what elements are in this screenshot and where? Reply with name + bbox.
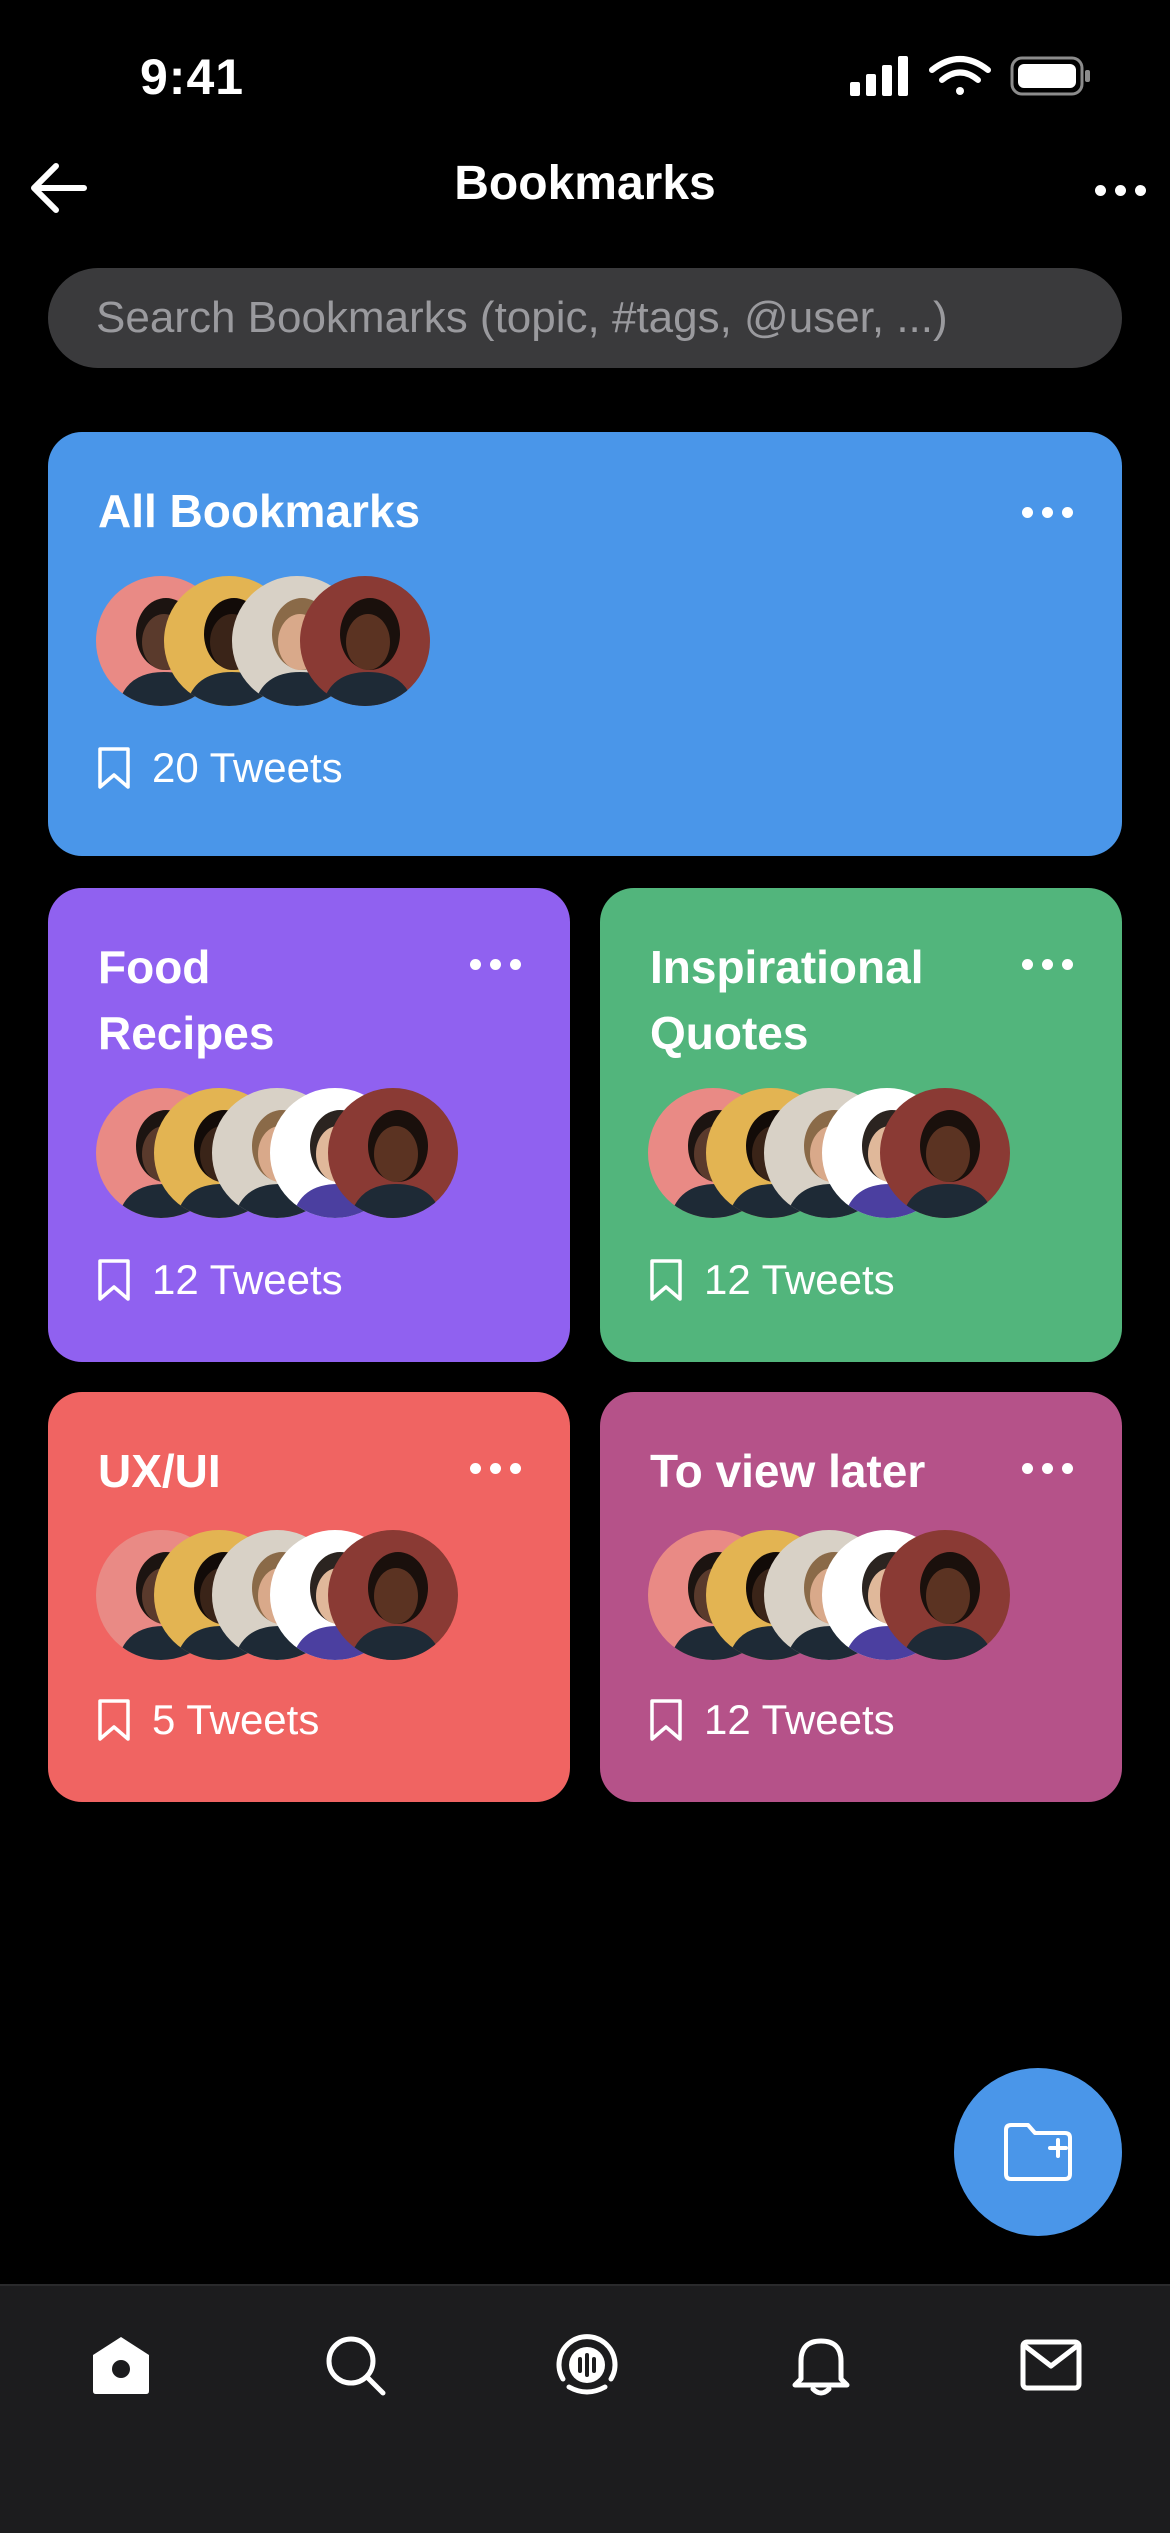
tab-notifications[interactable] (776, 2320, 866, 2410)
collection-more-button[interactable] (460, 944, 530, 984)
tab-search[interactable] (310, 2320, 400, 2410)
bookmark-icon (98, 1699, 130, 1741)
avatar-stack (96, 1530, 458, 1664)
folder-plus-icon (1004, 2123, 1072, 2181)
avatar (328, 1088, 458, 1218)
tweet-count: 12 Tweets (648, 1256, 895, 1304)
tweet-count-label: 12 Tweets (704, 1256, 895, 1303)
more-horizontal-icon (1012, 492, 1082, 532)
signal-icon (850, 56, 908, 96)
bookmark-icon (650, 1259, 682, 1301)
more-horizontal-icon (1090, 170, 1150, 210)
collection-title: UX/UI (98, 1445, 221, 1497)
search-icon (326, 2336, 386, 2396)
status-time: 9:41 (140, 49, 245, 105)
tweet-count-label: 12 Tweets (704, 1696, 895, 1743)
tweet-count-label: 20 Tweets (152, 744, 343, 791)
more-horizontal-icon (460, 944, 530, 984)
avatar-stack (648, 1088, 1010, 1222)
mail-icon (1020, 2339, 1082, 2391)
avatar (880, 1530, 1010, 1660)
bell-icon (792, 2338, 850, 2396)
tab-home[interactable] (76, 2320, 166, 2410)
avatar (300, 576, 430, 706)
avatar (328, 1530, 458, 1660)
tweet-count-label: 12 Tweets (152, 1256, 343, 1303)
collection-more-button[interactable] (1012, 944, 1082, 984)
collection-title: Inspirational Quotes (650, 941, 924, 1059)
search-input[interactable] (48, 268, 1122, 368)
tweet-count: 12 Tweets (648, 1696, 895, 1744)
bookmark-icon (650, 1699, 682, 1741)
spaces-icon (556, 2334, 618, 2395)
collection-title: Food Recipes (98, 941, 275, 1059)
bookmark-icon (98, 747, 130, 789)
avatar-stack (96, 1088, 458, 1222)
more-horizontal-icon (1012, 1448, 1082, 1488)
collection-more-button[interactable] (460, 1448, 530, 1488)
tab-spaces[interactable] (542, 2320, 632, 2410)
home-icon (93, 2337, 149, 2394)
collection-more-button[interactable] (1012, 1448, 1082, 1488)
new-folder-button[interactable] (954, 2068, 1122, 2236)
avatar-stack (648, 1530, 1010, 1664)
collection-more-button[interactable] (1012, 492, 1082, 532)
tweet-count-label: 5 Tweets (152, 1696, 320, 1743)
tweet-count: 20 Tweets (96, 744, 343, 792)
more-horizontal-icon (460, 1448, 530, 1488)
avatar (880, 1088, 1010, 1218)
status-icons (850, 52, 1095, 102)
more-options-button[interactable] (1090, 170, 1150, 210)
tweet-count: 5 Tweets (96, 1696, 319, 1744)
wifi-icon (929, 56, 991, 95)
more-horizontal-icon (1012, 944, 1082, 984)
avatar-stack (96, 576, 456, 710)
page-title: Bookmarks (454, 157, 716, 210)
battery-icon (1010, 56, 1090, 96)
tab-messages[interactable] (1006, 2320, 1096, 2410)
bookmark-icon (98, 1259, 130, 1301)
collection-title: To view later (650, 1445, 926, 1497)
collection-title: All Bookmarks (98, 485, 421, 537)
tweet-count: 12 Tweets (96, 1256, 343, 1304)
